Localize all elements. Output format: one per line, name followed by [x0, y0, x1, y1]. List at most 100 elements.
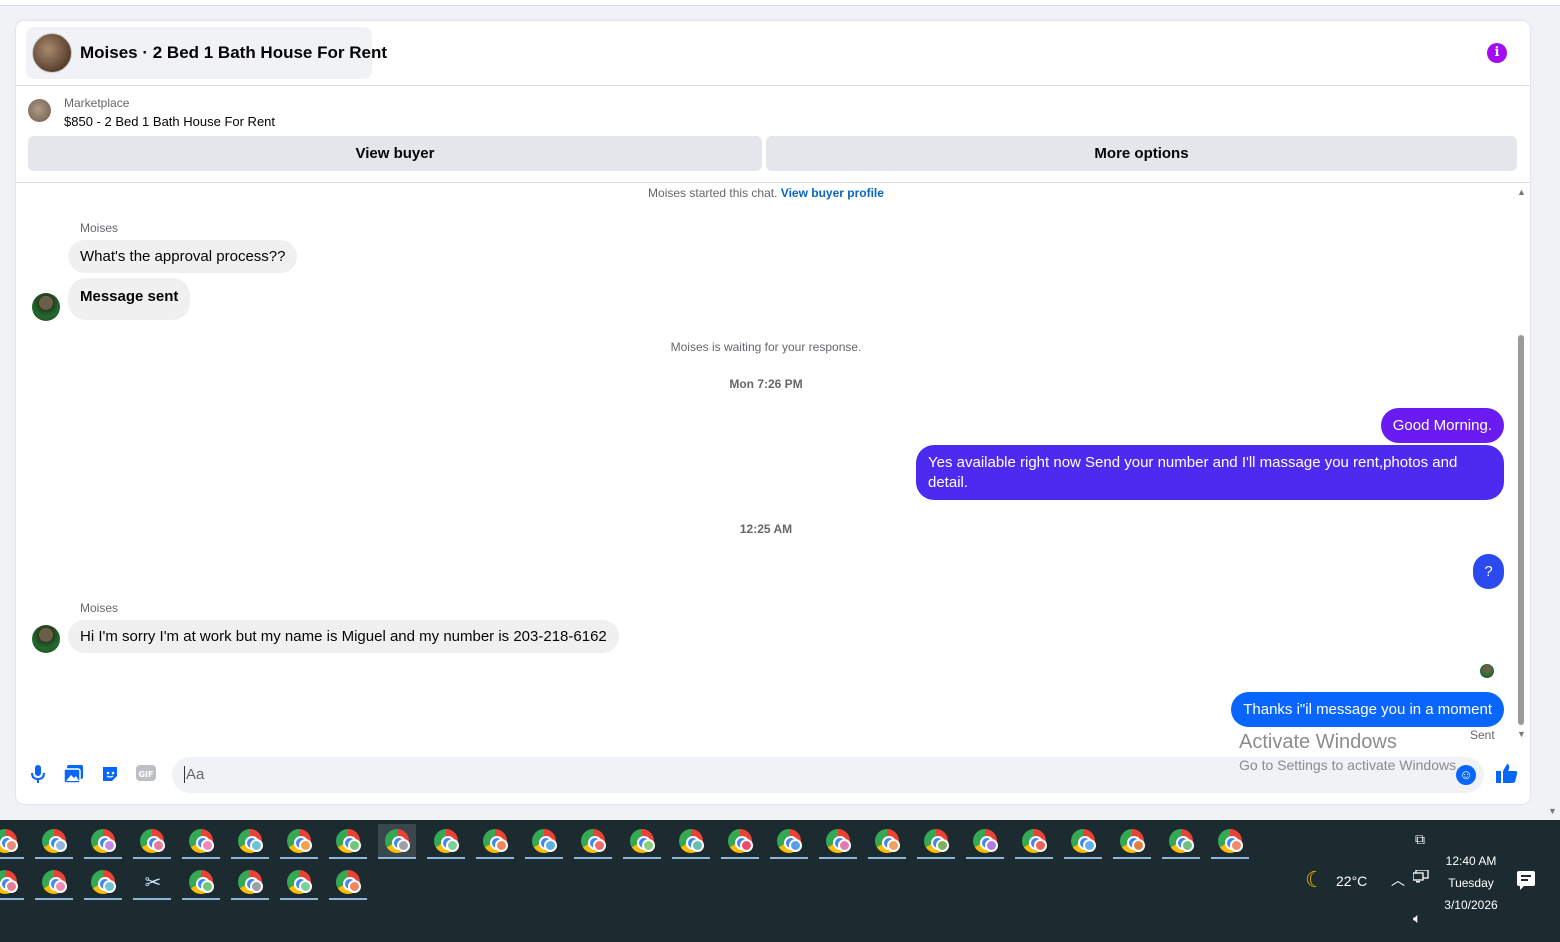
scroll-thumb[interactable]	[1518, 335, 1524, 725]
outgoing-message[interactable]: Yes available right now Send your number…	[916, 445, 1504, 500]
chrome-profile-icon[interactable]	[476, 824, 514, 859]
chrome-profile-icon[interactable]	[182, 824, 220, 859]
running-indicator	[0, 857, 24, 859]
scroll-up-arrow-icon[interactable]: ▲	[1517, 187, 1526, 197]
chrome-profile-icon[interactable]	[1162, 824, 1200, 859]
chrome-profile-icon[interactable]	[280, 824, 318, 859]
more-options-button[interactable]: More options	[766, 136, 1517, 171]
profile-badge-icon	[201, 880, 214, 893]
profile-badge-icon	[103, 880, 116, 893]
running-indicator	[35, 857, 73, 859]
running-indicator	[84, 857, 122, 859]
conversation-title-button[interactable]: Moises · 2 Bed 1 Bath House For Rent	[26, 27, 387, 79]
chrome-profile-icon[interactable]	[0, 824, 24, 859]
page-scroll-down-icon[interactable]: ▼	[1548, 806, 1557, 816]
microphone-icon[interactable]	[28, 765, 48, 785]
profile-badge-icon	[1132, 839, 1145, 852]
running-indicator	[721, 857, 759, 859]
sticker-icon[interactable]	[100, 765, 120, 785]
outgoing-message[interactable]: Good Morning.	[1380, 408, 1504, 443]
profile-badge-icon	[691, 839, 704, 852]
listing-title[interactable]: $850 - 2 Bed 1 Bath House For Rent	[64, 114, 275, 129]
chrome-profile-icon[interactable]	[329, 865, 367, 900]
chrome-profile-icon[interactable]	[574, 824, 612, 859]
outgoing-message[interactable]: Thanks i"il message you in a moment	[1231, 692, 1504, 727]
taskbar-clock[interactable]: 12:40 AM Tuesday 3/10/2026	[1436, 850, 1506, 916]
chrome-profile-icon[interactable]	[329, 824, 367, 859]
profile-badge-icon	[348, 880, 361, 893]
weather-moon-icon[interactable]: ☾	[1305, 867, 1325, 893]
profile-badge-icon	[1181, 839, 1194, 852]
chrome-profile-icon[interactable]	[378, 824, 416, 859]
running-indicator	[231, 898, 269, 900]
browser-top-edge	[0, 0, 1560, 6]
chrome-profile-icon[interactable]	[84, 824, 122, 859]
sender-name: Moises	[80, 601, 119, 615]
chat-started-notice: Moises started this chat. View buyer pro…	[16, 186, 1516, 200]
chrome-profile-icon[interactable]	[0, 865, 24, 900]
running-indicator	[84, 898, 122, 900]
running-indicator	[574, 857, 612, 859]
running-indicator	[378, 857, 416, 859]
chrome-profile-icon[interactable]	[819, 824, 857, 859]
chrome-profile-icon[interactable]	[1113, 824, 1151, 859]
snipping-tool-icon: ✂	[144, 872, 162, 894]
chrome-profile-icon[interactable]	[770, 824, 808, 859]
notification-center-icon[interactable]	[1517, 871, 1535, 890]
chat-header: Moises · 2 Bed 1 Bath House For Rent i	[16, 21, 1530, 86]
running-indicator	[1015, 857, 1053, 859]
chrome-profile-icon[interactable]	[35, 824, 73, 859]
running-indicator	[966, 857, 1004, 859]
info-icon[interactable]: i	[1487, 43, 1507, 63]
chrome-profile-icon[interactable]	[231, 824, 269, 859]
chrome-profile-icon[interactable]	[182, 865, 220, 900]
incoming-message[interactable]: Hi I'm sorry I'm at work but my name is …	[68, 620, 619, 653]
incoming-message[interactable]: Message sent	[68, 278, 191, 320]
chrome-profile-icon[interactable]	[672, 824, 710, 859]
sender-name: Moises	[80, 221, 119, 235]
chrome-profile-icon[interactable]	[1211, 824, 1249, 859]
meet-now-icon[interactable]: ⧉	[1415, 831, 1425, 848]
chat-window: Moises · 2 Bed 1 Bath House For Rent i M…	[16, 21, 1530, 804]
running-indicator	[182, 857, 220, 859]
message-scrollbar[interactable]: ▲ ▼	[1515, 185, 1527, 745]
profile-badge-icon	[152, 839, 165, 852]
sender-avatar[interactable]	[32, 625, 60, 653]
chrome-profile-icon[interactable]	[133, 824, 171, 859]
network-icon[interactable]	[1412, 869, 1429, 888]
sender-avatar[interactable]	[32, 293, 60, 321]
chrome-profile-icon[interactable]	[721, 824, 759, 859]
chrome-profile-icon[interactable]	[35, 865, 73, 900]
running-indicator	[868, 857, 906, 859]
profile-badge-icon	[103, 839, 116, 852]
chrome-profile-icon[interactable]	[917, 824, 955, 859]
view-buyer-profile-link[interactable]: View buyer profile	[781, 186, 884, 200]
view-buyer-button[interactable]: View buyer	[28, 136, 762, 171]
profile-badge-icon	[544, 839, 557, 852]
profile-badge-icon	[495, 839, 508, 852]
incoming-message[interactable]: What's the approval process??	[68, 240, 298, 273]
scroll-down-arrow-icon[interactable]: ▼	[1517, 729, 1526, 739]
chrome-profile-icon[interactable]	[1064, 824, 1102, 859]
chrome-profile-icon[interactable]	[84, 865, 122, 900]
volume-icon[interactable]: 🔈︎	[1413, 910, 1421, 927]
chrome-profile-icon[interactable]	[231, 865, 269, 900]
chrome-profile-icon[interactable]	[280, 865, 318, 900]
chrome-profile-icon[interactable]	[623, 824, 661, 859]
chrome-profile-icon[interactable]	[868, 824, 906, 859]
chrome-profile-icon[interactable]	[966, 824, 1004, 859]
gif-icon[interactable]: GIF	[136, 765, 156, 785]
like-icon[interactable]	[1496, 763, 1518, 789]
profile-badge-icon	[250, 839, 263, 852]
chevron-up-icon[interactable]: ︿	[1391, 870, 1405, 890]
taskbar: ✂	[0, 820, 1560, 942]
weather-temperature[interactable]: 22°C	[1336, 873, 1367, 889]
outgoing-message[interactable]: ?	[1473, 554, 1504, 589]
profile-badge-icon	[1230, 839, 1243, 852]
taskbar-app-icon[interactable]: ✂	[133, 865, 171, 900]
profile-badge-icon	[1034, 839, 1047, 852]
chrome-profile-icon[interactable]	[525, 824, 563, 859]
chrome-profile-icon[interactable]	[427, 824, 465, 859]
chrome-profile-icon[interactable]	[1015, 824, 1053, 859]
photo-icon[interactable]	[63, 765, 84, 785]
